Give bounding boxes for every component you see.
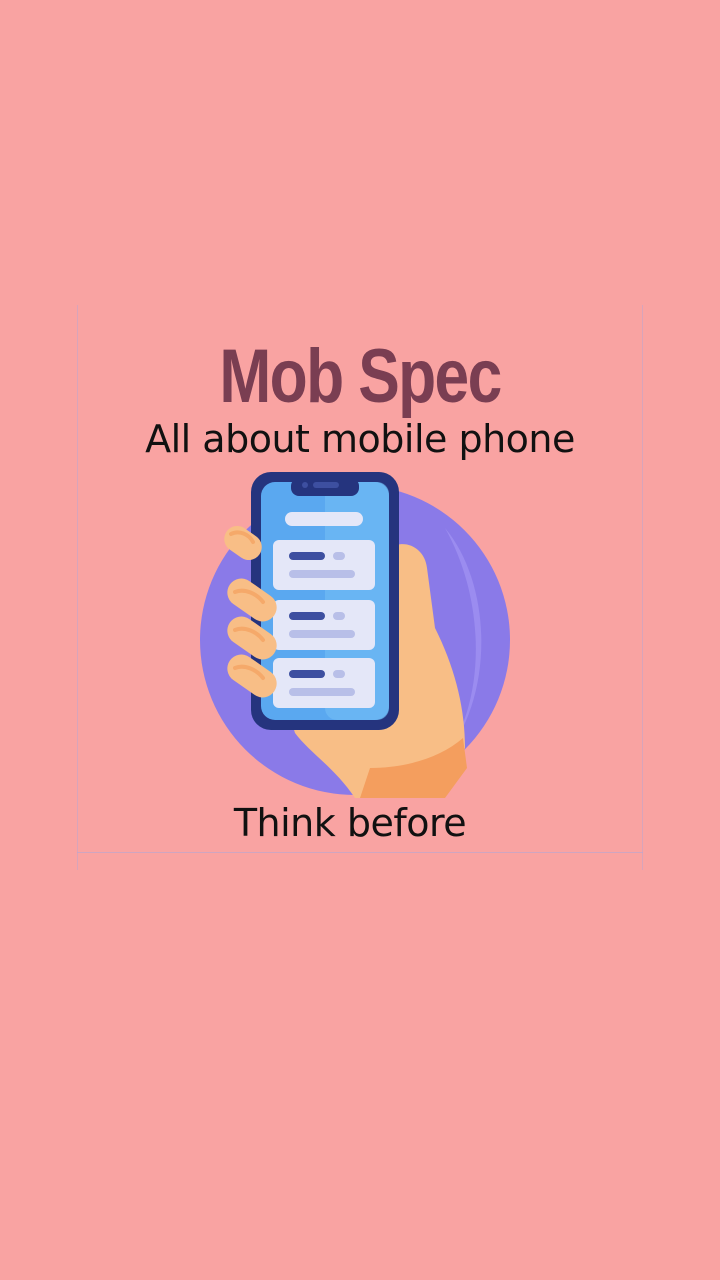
app-title: Mob Spec <box>219 334 502 419</box>
app-tagline: All about mobile phone <box>145 417 575 461</box>
footer-slogan: Think before <box>233 801 467 845</box>
hand-holding-phone-icon <box>195 468 515 798</box>
card-1 <box>273 540 375 590</box>
splash-screen: Mob Spec All about mobile phone Think be… <box>0 0 720 1280</box>
card-2 <box>273 600 375 650</box>
frame-bottom-border <box>77 852 643 853</box>
card-3 <box>273 658 375 708</box>
